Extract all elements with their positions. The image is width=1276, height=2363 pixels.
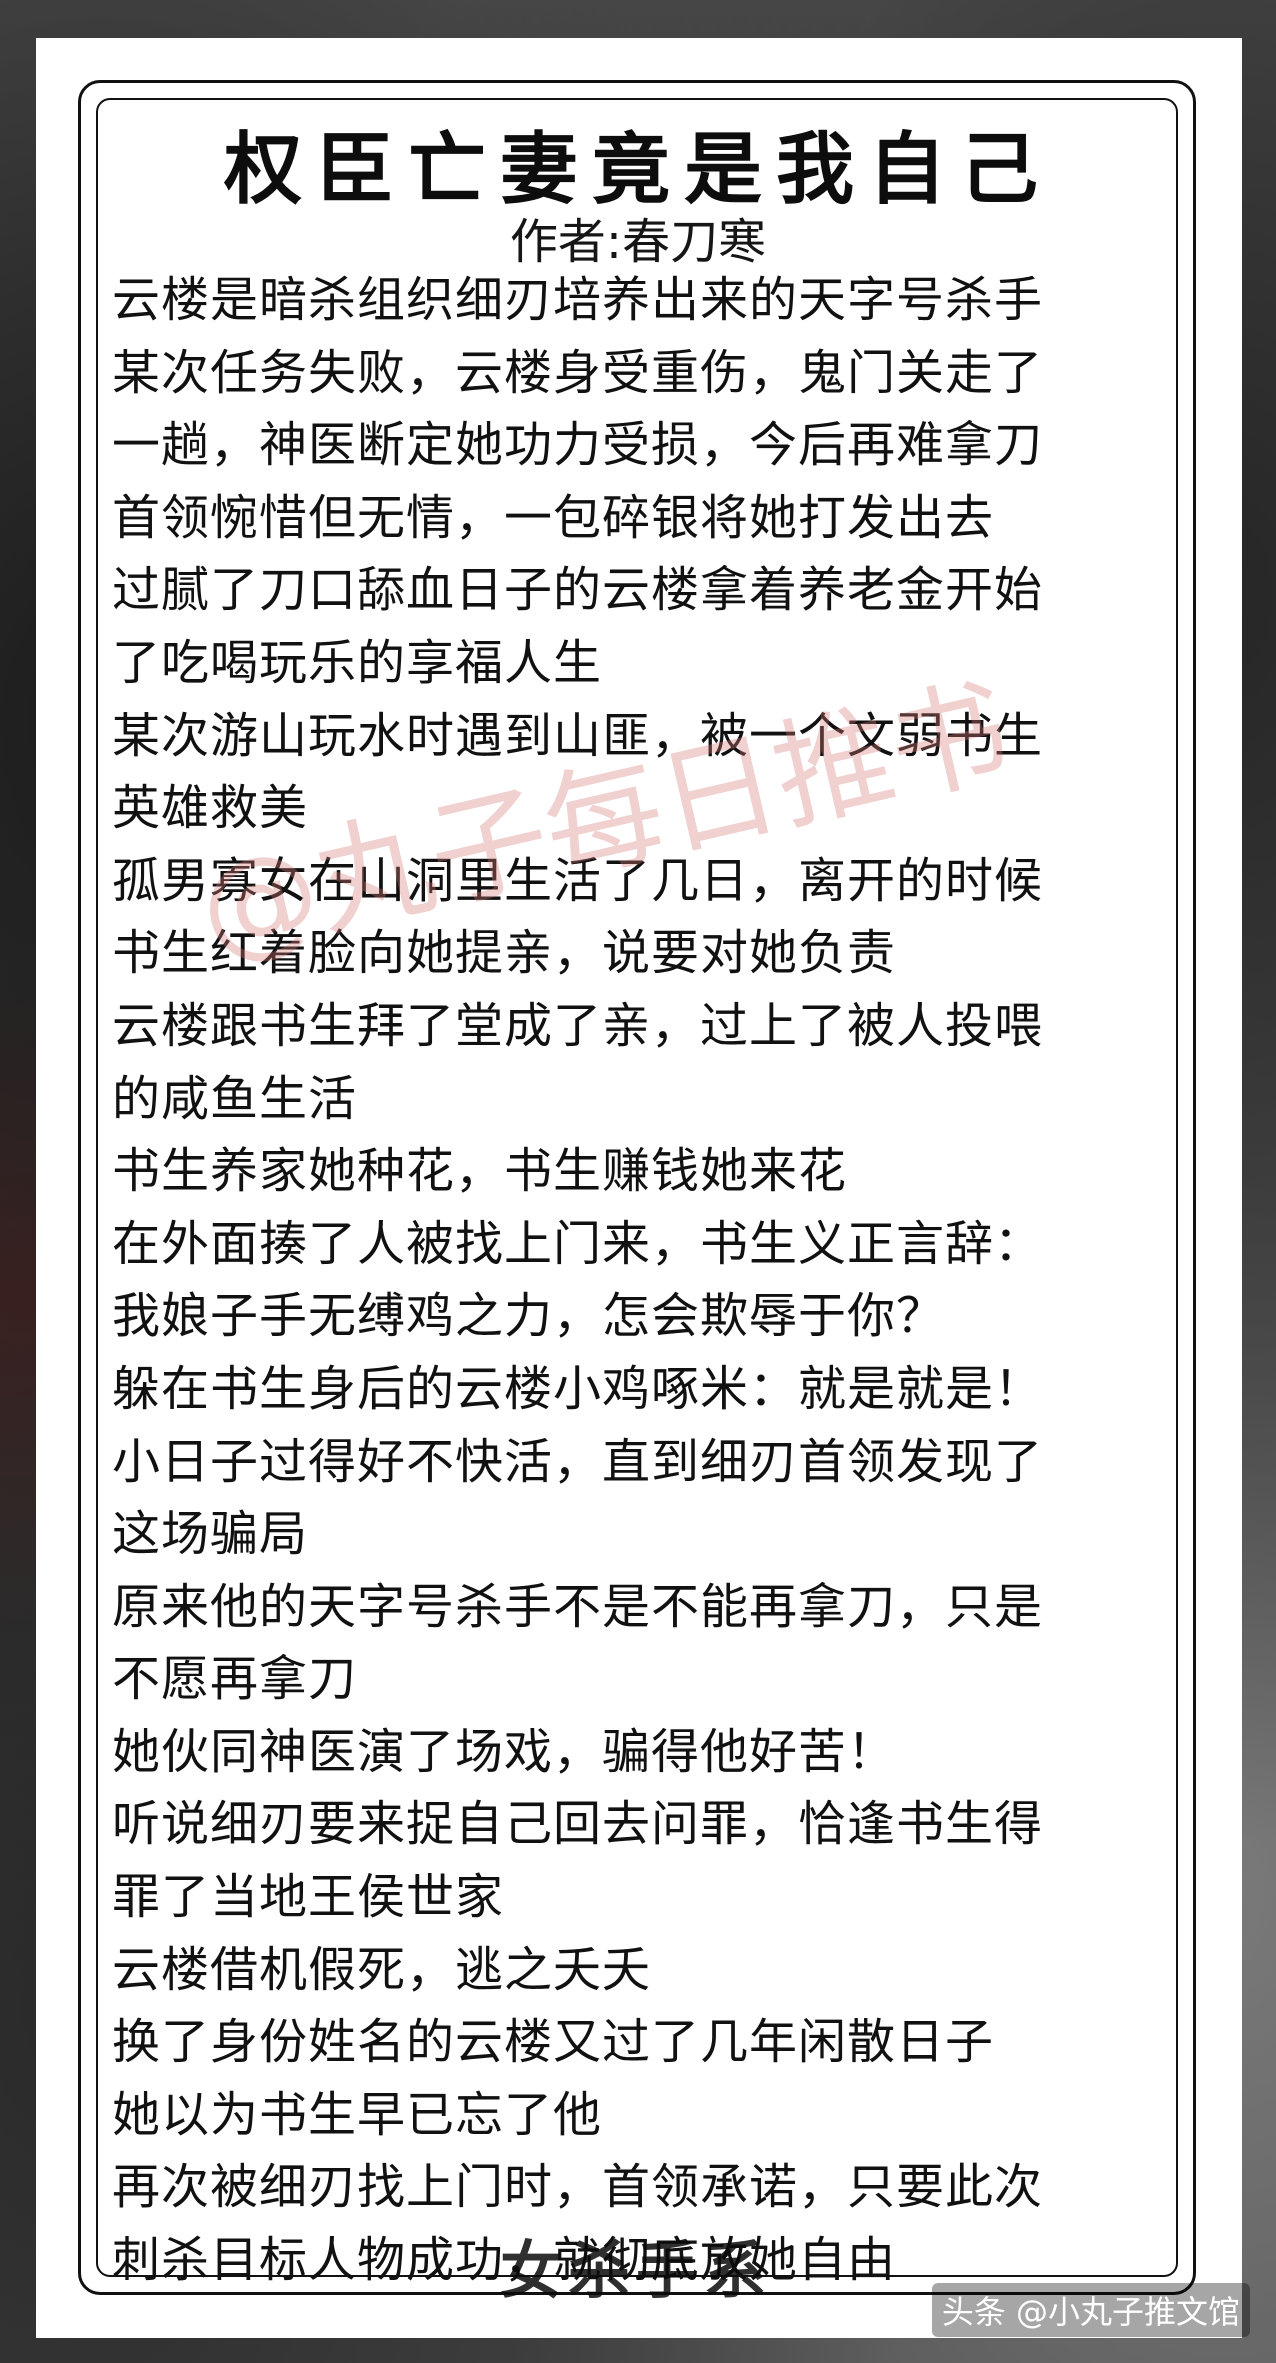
synopsis-line: 过腻了刀口舔血日子的云楼拿着养老金开始 [112, 562, 1044, 619]
synopsis-line: 原来他的天字号杀手不是不能再拿刀，只是 [112, 1578, 1044, 1635]
synopsis-line: 的咸鱼生活 [112, 1070, 358, 1127]
synopsis-line: 书生红着脸向她提亲，说要对她负责 [112, 925, 897, 982]
book-title: 权臣亡妻竟是我自己 [223, 124, 1052, 215]
synopsis-line: 英雄救美 [112, 780, 309, 837]
source-credit: 头条 @小丸子推文馆 [931, 2283, 1250, 2337]
synopsis-line: 再次被细刃找上门时，首领承诺，只要此次 [112, 2159, 1044, 2216]
synopsis-line: 罪了当地王侯世家 [112, 1869, 505, 1926]
synopsis-line: 她伙同神医演了场戏，骗得他好苦！ [112, 1723, 897, 1780]
synopsis-line: 听说细刃要来捉自己回去问罪，恰逢书生得 [112, 1796, 1044, 1853]
synopsis-line: 躲在书生身后的云楼小鸡啄米：就是就是！ [112, 1360, 1044, 1417]
synopsis-line: 我娘子手无缚鸡之力，怎会欺辱于你？ [112, 1288, 946, 1345]
synopsis-line: 换了身份姓名的云楼又过了几年闲散日子 [112, 2014, 995, 2071]
synopsis-line: 首领惋惜但无情，一包碎银将她打发出去 [112, 489, 995, 546]
synopsis-line: 某次游山玩水时遇到山匪，被一个文弱书生 [112, 707, 1044, 764]
synopsis-line: 云楼是暗杀组织细刃培养出来的天字号杀手 [112, 272, 1044, 328]
genre-stamp: 女杀手系 [500, 2234, 773, 2307]
synopsis-line: 她以为书生早已忘了他 [112, 2086, 603, 2143]
synopsis-line: 在外面揍了人被找上门来，书生义正言辞： [112, 1215, 1044, 1272]
synopsis-line: 一趟，神医断定她功力受损，今后再难拿刀 [112, 417, 1044, 474]
synopsis-text: 云楼是暗杀组织细刃培养出来的天字号杀手 某次任务失败，云楼身受重伤，鬼门关走了 … [112, 264, 1172, 2297]
synopsis-line: 这场骗局 [112, 1506, 309, 1563]
synopsis-line: 书生养家她种花，书生赚钱她来花 [112, 1143, 848, 1200]
synopsis-line: 不愿再拿刀 [112, 1651, 358, 1708]
synopsis-line: 了吃喝玩乐的享福人生 [112, 634, 603, 691]
synopsis-line: 小日子过得好不快活，直到细刃首领发现了 [112, 1433, 1044, 1490]
synopsis-line: 云楼跟书生拜了堂成了亲，过上了被人投喂 [112, 997, 1044, 1054]
book-author: 作者:春刀寒 [509, 214, 767, 270]
synopsis-line: 孤男寡女在山洞里生活了几日，离开的时候 [112, 852, 1044, 909]
synopsis-line: 某次任务失败，云楼身受重伤，鬼门关走了 [112, 344, 1044, 401]
synopsis-line: 云楼借机假死，逃之夭夭 [112, 1941, 652, 1998]
